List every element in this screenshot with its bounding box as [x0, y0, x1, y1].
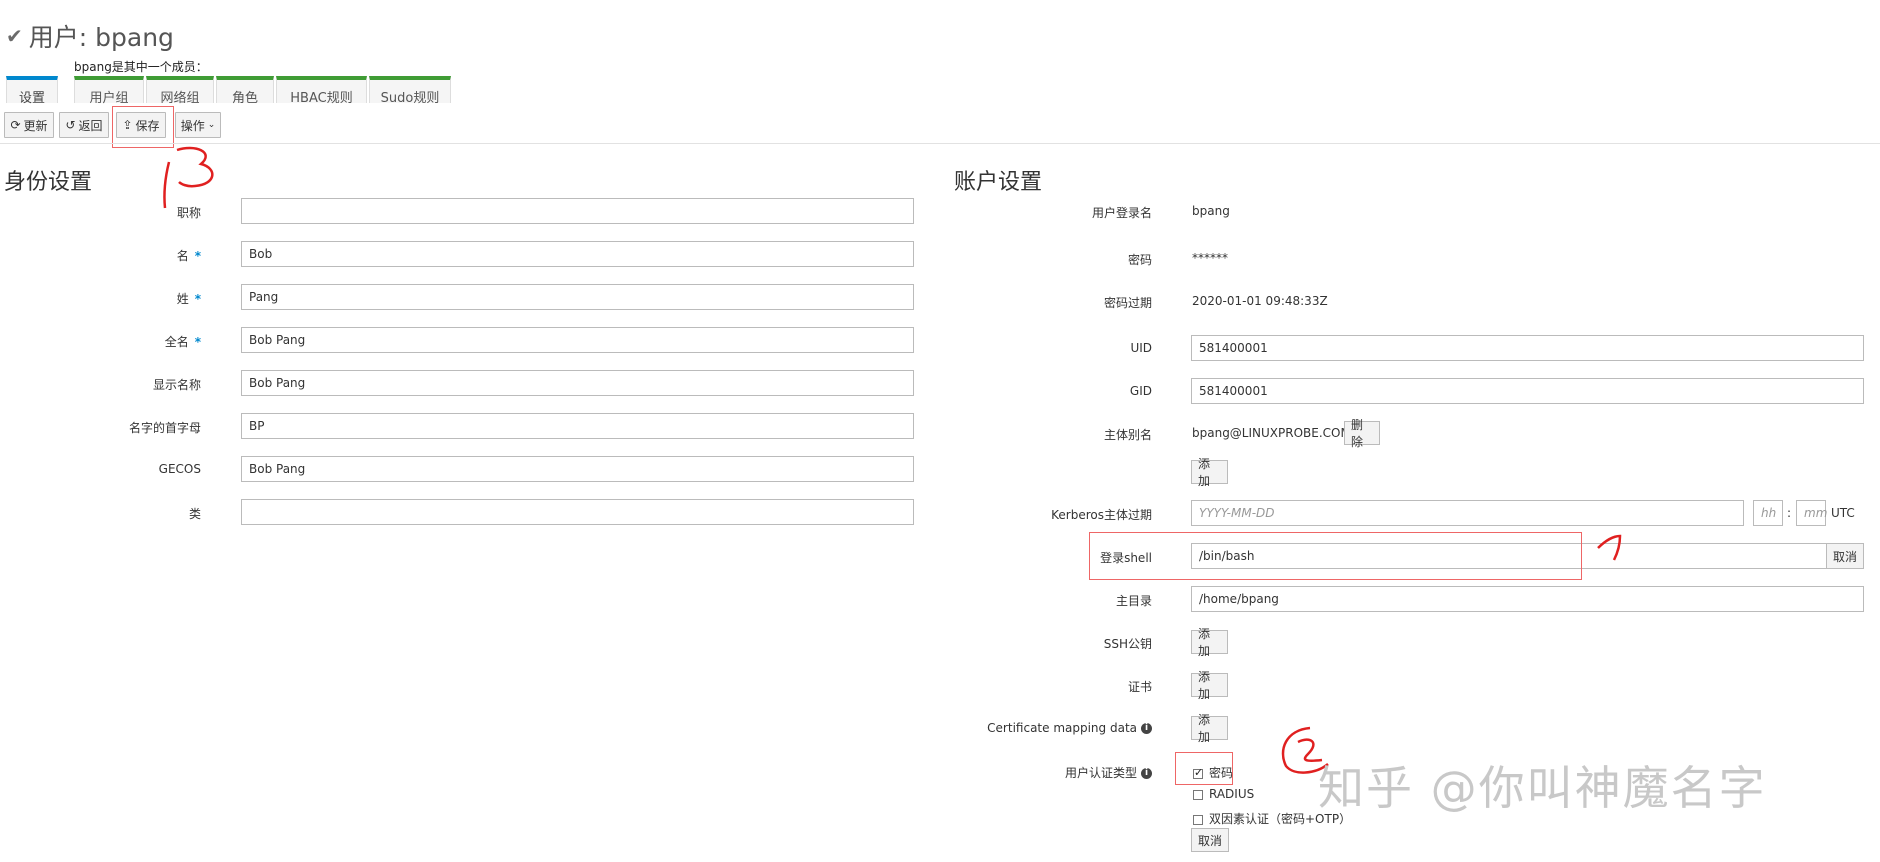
auth-option-radius[interactable]: RADIUS — [1193, 787, 1254, 801]
utc-label: UTC — [1831, 506, 1855, 520]
annotation-1-mark — [1597, 534, 1622, 561]
password-expiration-value: 2020-01-01 09:48:33Z — [1192, 294, 1328, 308]
info-icon: i — [1141, 768, 1152, 779]
refresh-button[interactable]: ⟳ 更新 — [4, 112, 54, 138]
refresh-icon: ⟳ — [10, 118, 21, 132]
kerberos-minute-input[interactable]: mm — [1796, 500, 1827, 526]
password-label: 密码 — [1127, 253, 1152, 267]
gid-input[interactable]: 581400001 — [1191, 378, 1864, 404]
tab-settings[interactable]: 设置 — [6, 76, 58, 106]
tab-roles[interactable]: 角色 — [216, 76, 274, 106]
check-icon: ✔ — [6, 24, 23, 48]
checkbox-icon[interactable] — [1193, 814, 1203, 825]
kerberos-date-input[interactable]: YYYY-MM-DD — [1191, 500, 1744, 526]
display-name-input[interactable]: Bob Pang — [241, 370, 914, 396]
kerberos-hour-input[interactable]: hh — [1753, 500, 1783, 526]
login-label: 用户登录名 — [1091, 206, 1152, 220]
initials-input[interactable]: BP — [241, 413, 914, 439]
auth-type-label: 用户认证类型 i — [1000, 764, 1152, 781]
login-value: bpang — [1192, 204, 1230, 218]
watermark: 知乎 @你叫神魔名字 — [1318, 761, 1767, 815]
tab-netgroups[interactable]: 网络组 — [146, 76, 214, 106]
account-section-title: 账户设置 — [954, 170, 1043, 195]
last-name-input[interactable]: Pang — [241, 284, 914, 310]
ssh-key-label: SSH公钥 — [1103, 637, 1152, 651]
checkbox-icon[interactable] — [1193, 789, 1203, 800]
gid-label: GID — [1129, 384, 1152, 398]
member-of-label: bpang是其中一个成员： — [74, 60, 208, 74]
field-label-first-name: 名 * — [176, 249, 201, 263]
annotation-3-mark — [163, 146, 214, 209]
add-ssh-key-button[interactable]: 添加 — [1191, 627, 1228, 658]
uid-label: UID — [1130, 341, 1152, 355]
field-label-class: 类 — [188, 507, 201, 521]
kerberos-expiration-label: Kerberos主体过期 — [1051, 508, 1152, 522]
first-name-input[interactable]: Bob — [241, 241, 914, 267]
principal-alias-value: bpang@LINUXPROBE.COM — [1192, 426, 1351, 440]
chevron-down-icon: ⌄ — [207, 120, 216, 130]
gecos-input[interactable]: Bob Pang — [241, 456, 914, 482]
highlight-auth-password — [1175, 752, 1233, 785]
add-principal-button[interactable]: 添加 — [1191, 457, 1228, 488]
uid-input[interactable]: 581400001 — [1191, 335, 1864, 361]
certificate-label: 证书 — [1127, 680, 1152, 694]
add-certmap-button[interactable]: 添加 — [1191, 713, 1228, 744]
field-label-full-name: 全名 * — [164, 335, 201, 349]
title-row: ✔ 用户: bpang — [6, 16, 174, 56]
full-name-input[interactable]: Bob Pang — [241, 327, 914, 353]
password-expiration-label: 密码过期 — [1103, 296, 1152, 310]
time-colon: : — [1787, 506, 1792, 520]
info-icon: i — [1141, 723, 1152, 734]
home-directory-label: 主目录 — [1115, 594, 1152, 608]
tab-user-groups[interactable]: 用户组 — [74, 76, 144, 106]
certmap-label: Certificate mapping data i — [960, 721, 1152, 735]
add-certificate-button[interactable]: 添加 — [1191, 670, 1228, 701]
identity-section-title: 身份设置 — [4, 170, 93, 195]
field-label-initials: 名字的首字母 — [128, 421, 201, 435]
login-shell-cancel-button[interactable]: 取消 — [1826, 543, 1864, 569]
field-label-gecos: GECOS — [158, 462, 201, 476]
delete-principal-button[interactable]: 删除 — [1344, 418, 1380, 449]
tab-hbac-rules[interactable]: HBAC规则 — [276, 76, 367, 106]
title-input[interactable] — [241, 198, 914, 224]
tab-sudo-rules[interactable]: Sudo规则 — [369, 76, 451, 106]
toolbar-divider — [0, 143, 1880, 144]
highlight-login-shell — [1089, 532, 1582, 580]
home-directory-input[interactable]: /home/bpang — [1191, 586, 1864, 612]
auth-cancel-button[interactable]: 取消 — [1191, 828, 1229, 852]
page-title: 用户: bpang — [28, 23, 174, 52]
password-value: ****** — [1192, 251, 1228, 265]
class-input[interactable] — [241, 499, 914, 525]
field-label-display-name: 显示名称 — [152, 378, 201, 392]
revert-button[interactable]: ↺ 返回 — [59, 112, 109, 138]
actions-dropdown[interactable]: 操作 ⌄ — [175, 112, 221, 138]
field-label-last-name: 姓 * — [176, 292, 201, 306]
undo-icon: ↺ — [65, 118, 76, 132]
principal-alias-label: 主体别名 — [1103, 428, 1152, 442]
